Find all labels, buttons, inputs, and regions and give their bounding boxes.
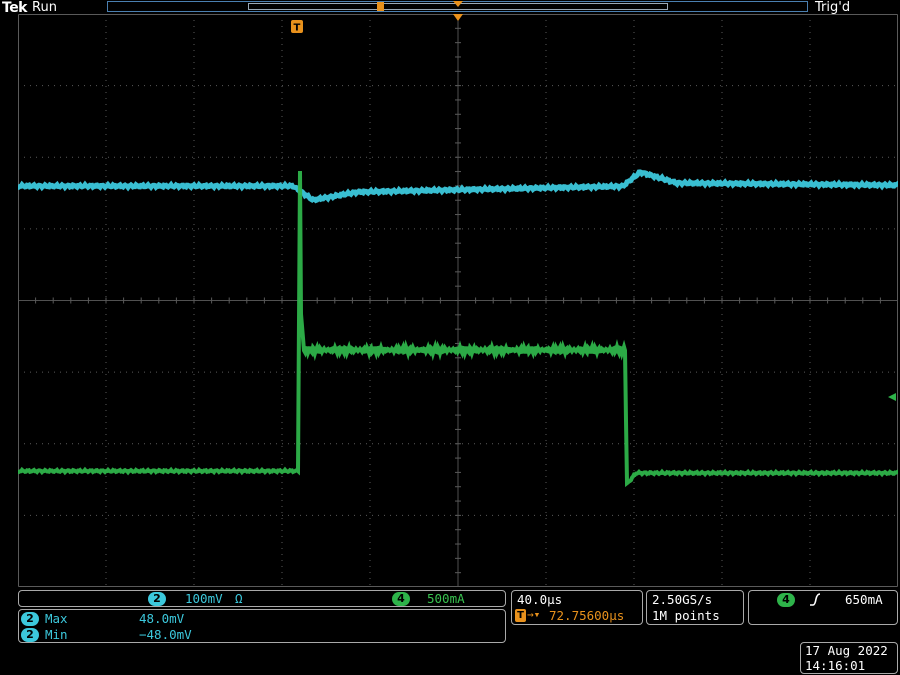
trigger-delay[interactable]: 72.75600µs <box>549 608 624 623</box>
waveform-display[interactable]: 2 4 T <box>18 14 898 587</box>
measurement-2-value: −48.0mV <box>139 627 192 642</box>
ch2-badge[interactable]: 2 <box>148 592 166 606</box>
trigger-delay-icon: T <box>515 609 526 622</box>
trigger-panel[interactable]: 4 650mA <box>748 590 898 625</box>
trigger-position-marker[interactable]: T <box>291 20 303 34</box>
date: 17 Aug 2022 <box>805 643 888 658</box>
ch2-termination-icon: Ω <box>235 591 243 606</box>
ch4-badge[interactable]: 4 <box>392 592 410 606</box>
rising-edge-icon <box>810 593 821 606</box>
trigger-status: Trig'd <box>815 0 851 15</box>
expansion-point-marker <box>453 14 463 21</box>
delay-arrow-icon: →▾ <box>527 608 541 621</box>
trigger-level[interactable]: 650mA <box>845 592 883 607</box>
ch2-scale[interactable]: 100mV <box>185 591 223 606</box>
datetime-panel: 17 Aug 2022 14:16:01 <box>800 642 898 674</box>
measurement-2-channel: 2 <box>21 628 39 642</box>
measurements-panel[interactable]: 2 Max 48.0mV 2 Min −48.0mV <box>18 609 506 643</box>
acquisition-mode[interactable]: Run <box>32 0 57 15</box>
time: 14:16:01 <box>805 658 866 673</box>
channel-scale-panel: 2 100mV Ω 4 500mA <box>18 590 506 607</box>
graticule <box>18 14 898 587</box>
ch4-scale[interactable]: 500mA <box>427 591 465 606</box>
measurement-1-value: 48.0mV <box>139 611 185 626</box>
acquisition-panel[interactable]: 2.50GS/s 1M points <box>646 590 744 625</box>
trigger-source-badge[interactable]: 4 <box>777 593 795 607</box>
record-trigger-marker <box>377 2 384 11</box>
trigger-level-marker[interactable] <box>888 393 896 401</box>
timebase-panel[interactable]: 40.0µs T →▾ 72.75600µs <box>511 590 643 625</box>
trigger-position-label: T <box>294 23 301 34</box>
horizontal-position-marker[interactable] <box>453 1 463 7</box>
sample-rate: 2.50GS/s <box>652 592 713 607</box>
record-length: 1M points <box>652 608 720 623</box>
horizontal-scale[interactable]: 40.0µs <box>517 592 562 607</box>
measurement-1-name: Max <box>45 611 68 626</box>
measurement-1-channel: 2 <box>21 612 39 626</box>
measurement-2-name: Min <box>45 627 68 642</box>
